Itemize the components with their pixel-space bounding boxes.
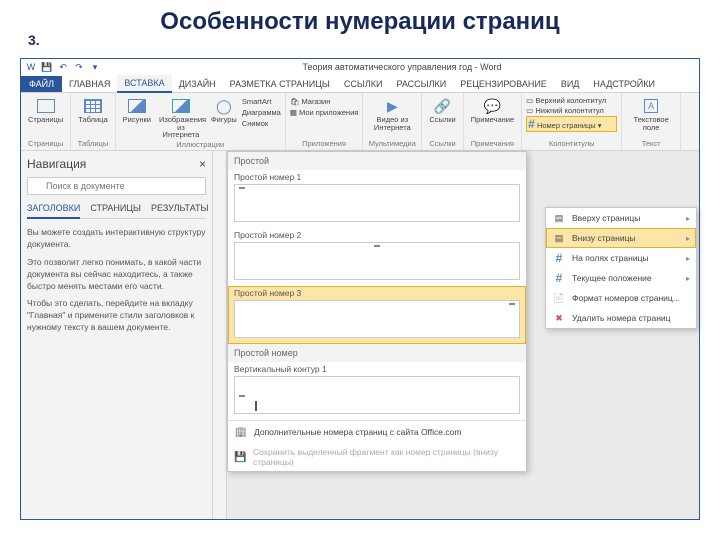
- gallery-item-simple-3[interactable]: Простой номер 3: [228, 286, 526, 344]
- pm-current[interactable]: # Текущее положение▸: [546, 268, 696, 288]
- textbox-button[interactable]: AТекстовое поле: [626, 95, 676, 132]
- myapps-button[interactable]: ▦ Мои приложения: [290, 108, 359, 117]
- page-number-button[interactable]: # Номер страницы ▾: [526, 116, 617, 132]
- chart-button[interactable]: Диаграмма: [242, 108, 281, 117]
- tab-design[interactable]: ДИЗАЙН: [172, 76, 223, 92]
- tab-review[interactable]: РЕЦЕНЗИРОВАНИЕ: [453, 76, 554, 92]
- nav-search-input[interactable]: [27, 177, 206, 195]
- gallery-more-office[interactable]: 🏢 Дополнительные номера страниц с сайта …: [228, 421, 526, 443]
- group-illustrations: Рисунки Изображения из Интернета ◯Фигуры…: [116, 93, 286, 150]
- page-bottom-icon: ▤: [552, 231, 566, 245]
- group-links: 🔗Ссылки Ссылки: [422, 93, 463, 150]
- slide-number: 3.: [28, 32, 40, 48]
- nav-title: Навигация ×: [27, 157, 206, 171]
- office-icon: 🏢: [234, 425, 248, 439]
- nav-close-icon[interactable]: ×: [199, 157, 206, 171]
- pm-margin[interactable]: # На полях страницы▸: [546, 248, 696, 268]
- gallery-section-simple-num: Простой номер: [228, 344, 526, 362]
- navigation-pane: Навигация × 🔍 ЗАГОЛОВКИ СТРАНИЦЫ РЕЗУЛЬТ…: [21, 151, 213, 519]
- page-margin-icon: #: [552, 251, 566, 265]
- gallery-item-simple-1[interactable]: Простой номер 1: [228, 170, 526, 228]
- title-bar: W 💾 ↶ ↷ ▾ Теория автоматического управле…: [21, 59, 699, 75]
- redo-icon[interactable]: ↷: [73, 61, 85, 73]
- screenshot-button[interactable]: Снимок: [242, 119, 281, 128]
- save-icon[interactable]: 💾: [41, 61, 53, 73]
- group-comments: 💬Примечание Примечания: [464, 93, 522, 150]
- group-apps: 🛍 Магазин ▦ Мои приложения Приложения: [286, 93, 364, 150]
- page-remove-icon: ✖: [552, 311, 566, 325]
- nav-tab-headings[interactable]: ЗАГОЛОВКИ: [27, 203, 80, 219]
- gallery-item-simple-2[interactable]: Простой номер 2: [228, 228, 526, 286]
- group-text: AТекстовое поле Текст: [622, 93, 681, 150]
- word-icon: W: [25, 61, 37, 73]
- pm-remove[interactable]: ✖ Удалить номера страниц: [546, 308, 696, 328]
- gallery-footer: 🏢 Дополнительные номера страниц с сайта …: [228, 420, 526, 471]
- nav-tab-results[interactable]: РЕЗУЛЬТАТЫ: [151, 203, 208, 218]
- pm-top[interactable]: ▤ Вверху страницы▸: [546, 208, 696, 228]
- comment-button[interactable]: 💬Примечание: [468, 95, 517, 125]
- online-pictures-button[interactable]: Изображения из Интернета: [156, 95, 206, 140]
- gallery-section-simple: Простой: [228, 152, 526, 170]
- smartart-button[interactable]: SmartArt: [242, 97, 281, 106]
- page-current-icon: #: [552, 271, 566, 285]
- tab-layout[interactable]: РАЗМЕТКА СТРАНИЦЫ: [223, 76, 337, 92]
- nav-body: Вы можете создать интерактивную структур…: [27, 227, 206, 334]
- undo-icon[interactable]: ↶: [57, 61, 69, 73]
- group-pages: Страницы Страницы: [21, 93, 71, 150]
- nav-tab-pages[interactable]: СТРАНИЦЫ: [90, 203, 141, 218]
- ribbon-tabs: ФАЙЛ ГЛАВНАЯ ВСТАВКА ДИЗАЙН РАЗМЕТКА СТР…: [21, 75, 699, 93]
- group-media: ▶Видео из Интернета Мультимедиа: [363, 93, 422, 150]
- tab-addins[interactable]: НАДСТРОЙКИ: [586, 76, 662, 92]
- footer-button[interactable]: ▭ Нижний колонтитул: [526, 106, 617, 115]
- group-tables: Таблица Таблицы: [71, 93, 115, 150]
- tab-view[interactable]: ВИД: [554, 76, 587, 92]
- nav-tabs: ЗАГОЛОВКИ СТРАНИЦЫ РЕЗУЛЬТАТЫ: [27, 203, 206, 219]
- ribbon: Страницы Страницы Таблица Таблицы Рисунк…: [21, 93, 699, 151]
- vertical-ruler: [213, 151, 227, 519]
- page-format-icon: 📄: [552, 291, 566, 305]
- store-button[interactable]: 🛍 Магазин: [290, 97, 359, 106]
- gallery-save-selection: 💾 Сохранить выделенный фрагмент как номе…: [228, 443, 526, 471]
- save-selection-icon: 💾: [234, 450, 247, 464]
- header-button[interactable]: ▭ Верхний колонтитул: [526, 96, 617, 105]
- table-button[interactable]: Таблица: [75, 95, 110, 125]
- page-number-gallery: Простой Простой номер 1 Простой номер 2 …: [227, 151, 527, 472]
- pm-bottom[interactable]: ▤ Внизу страницы▸: [546, 228, 696, 248]
- page-top-icon: ▤: [552, 211, 566, 225]
- document-title: Теория автоматического управления год - …: [105, 62, 699, 72]
- quick-access-toolbar: W 💾 ↶ ↷ ▾: [21, 61, 105, 73]
- file-tab[interactable]: ФАЙЛ: [21, 76, 62, 92]
- tab-references[interactable]: ССЫЛКИ: [337, 76, 390, 92]
- slide-title: Особенности нумерации страниц: [0, 0, 720, 36]
- word-window: W 💾 ↶ ↷ ▾ Теория автоматического управле…: [20, 58, 700, 520]
- qat-expand-icon[interactable]: ▾: [89, 61, 101, 73]
- pictures-button[interactable]: Рисунки: [120, 95, 154, 140]
- page-number-menu: ▤ Вверху страницы▸ ▤ Внизу страницы▸ # Н…: [545, 207, 697, 329]
- pm-format[interactable]: 📄 Формат номеров страниц...: [546, 288, 696, 308]
- tab-insert[interactable]: ВСТАВКА: [117, 75, 171, 93]
- video-button[interactable]: ▶Видео из Интернета: [367, 95, 417, 132]
- links-button[interactable]: 🔗Ссылки: [426, 95, 458, 125]
- shapes-button[interactable]: ◯Фигуры: [208, 95, 240, 140]
- group-header-footer: ▭ Верхний колонтитул ▭ Нижний колонтитул…: [522, 93, 622, 150]
- gallery-item-vertical-1[interactable]: Вертикальный контур 1: [228, 362, 526, 420]
- tab-home[interactable]: ГЛАВНАЯ: [62, 76, 117, 92]
- pages-button[interactable]: Страницы: [25, 95, 66, 125]
- tab-mailings[interactable]: РАССЫЛКИ: [389, 76, 453, 92]
